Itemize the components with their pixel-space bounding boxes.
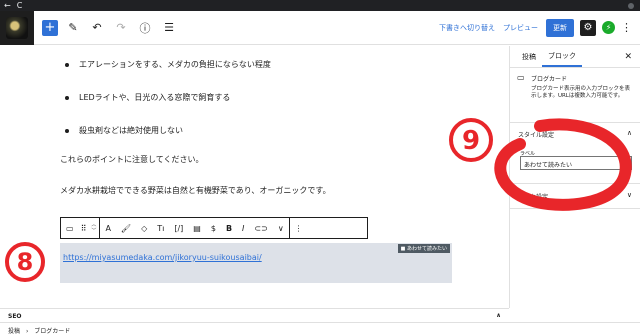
breadcrumb-current[interactable]: ブログカード — [34, 328, 70, 335]
block-title: ブログカード — [531, 76, 568, 83]
document-icon[interactable]: ▤ — [188, 218, 206, 238]
editor-canvas: エアレーションをする、メダカの負担にならない程度 LEDライトや、日光の入る窓際… — [0, 46, 509, 308]
tab-block[interactable]: ブロック — [542, 46, 582, 67]
sidebar-tabs: 投稿 ブロック ✕ — [510, 46, 640, 68]
blog-card-url[interactable]: https://miyasumedaka.com/jikoryuu-suikou… — [63, 253, 262, 262]
move-buttons: ︿ ﹀ — [88, 222, 99, 234]
add-block-button[interactable]: + — [42, 19, 58, 36]
site-icon[interactable] — [0, 10, 34, 45]
close-icon[interactable]: ✕ — [624, 46, 632, 67]
block-info: ▭ ブログカード ブログカード表示用の入力ブロックを表示します。URLは複数入力… — [517, 73, 635, 100]
list-item[interactable]: エアレーションをする、メダカの負担にならない程度 — [62, 60, 271, 70]
block-type-icon[interactable]: ▭ — [61, 218, 79, 238]
breadcrumb-separator: › — [25, 328, 29, 335]
update-button[interactable]: 更新 — [546, 18, 574, 37]
seo-label: SEO — [8, 313, 22, 320]
back-icon[interactable]: ← — [4, 0, 11, 11]
reload-icon[interactable]: C — [17, 0, 23, 11]
paragraph[interactable]: これらのポイントに注意してください。 — [60, 154, 204, 165]
tools-icon[interactable]: ✎ — [64, 15, 82, 41]
list-item[interactable]: 殺虫剤などは絶対使用しない — [62, 126, 271, 136]
breadcrumb: 投稿 › ブログカード — [0, 322, 640, 335]
blog-card-block[interactable]: https://miyasumedaka.com/jikoryuu-suikou… — [60, 243, 452, 283]
block-more-icon[interactable]: ⋮ — [290, 218, 308, 238]
site-logo — [6, 16, 28, 39]
bullet-list: エアレーションをする、メダカの負担にならない程度 LEDライトや、日光の入る窓際… — [62, 60, 271, 159]
more-options-icon[interactable]: ⋮ — [621, 21, 632, 34]
annotation-label: 9 — [462, 126, 480, 156]
text-color-icon[interactable]: A — [100, 218, 115, 238]
bold-button[interactable]: B — [221, 218, 237, 238]
tag-icon[interactable]: ◇ — [136, 218, 152, 238]
block-toolbar: ▭ ⠿ ︿ ﹀ A 🖌 ◇ Tı [/] ▤ $ B I ⊂⊃ ∨ ⋮ — [60, 217, 368, 239]
tab-post[interactable]: 投稿 — [516, 46, 542, 67]
shortcode-icon[interactable]: [/] — [169, 218, 188, 238]
link-icon[interactable]: ⊂⊃ — [249, 218, 272, 238]
brush-icon[interactable]: 🖌 — [116, 218, 136, 238]
outline-icon[interactable]: ☰ — [160, 15, 178, 41]
chevron-down-icon[interactable]: ∨ — [273, 218, 289, 238]
chevron-up-icon[interactable]: ∧ — [496, 312, 501, 319]
preview-button[interactable]: プレビュー — [503, 23, 538, 33]
switch-to-draft-button[interactable]: 下書きへ切り替え — [439, 23, 495, 33]
annotation-number-8: 8 — [5, 242, 45, 282]
info-icon[interactable]: ⓘ — [136, 15, 154, 41]
seo-panel[interactable]: SEO ∧ — [0, 308, 509, 322]
browser-bar: ← C — [0, 0, 640, 11]
settings-icon[interactable]: ⚙ — [580, 19, 596, 36]
breadcrumb-root[interactable]: 投稿 — [8, 328, 20, 335]
annotation-circle-stroke — [494, 118, 632, 211]
paragraph[interactable]: メダカ水耕栽培でできる野菜は自然と有機野菜であり、オーガニックです。 — [60, 185, 331, 196]
font-size-icon[interactable]: Tı — [152, 218, 169, 238]
blog-card-label-badge: ■ あわせて読みたい — [397, 244, 450, 253]
drag-handle-icon[interactable]: ⠿ — [79, 218, 89, 238]
profile-icon[interactable] — [628, 2, 634, 9]
list-item[interactable]: LEDライトや、日光の入る窓際で飼育する — [62, 93, 271, 103]
editor-header: + ✎ ↶ ↷ ⓘ ☰ 下書きへ切り替え プレビュー 更新 ⚙ ⚡ ⋮ — [0, 10, 640, 45]
annotation-number-9: 9 — [449, 118, 632, 211]
redo-icon[interactable]: ↷ — [112, 15, 130, 41]
block-card-icon: ▭ — [517, 73, 525, 82]
jetpack-icon[interactable]: ⚡ — [602, 21, 615, 34]
dollar-icon[interactable]: $ — [206, 218, 221, 238]
block-description: ブログカード表示用の入力ブロックを表示します。URLは複数入力可能です。 — [531, 86, 631, 99]
undo-icon[interactable]: ↶ — [88, 15, 106, 41]
italic-button[interactable]: I — [237, 218, 249, 238]
move-down-icon[interactable]: ﹀ — [91, 228, 96, 234]
